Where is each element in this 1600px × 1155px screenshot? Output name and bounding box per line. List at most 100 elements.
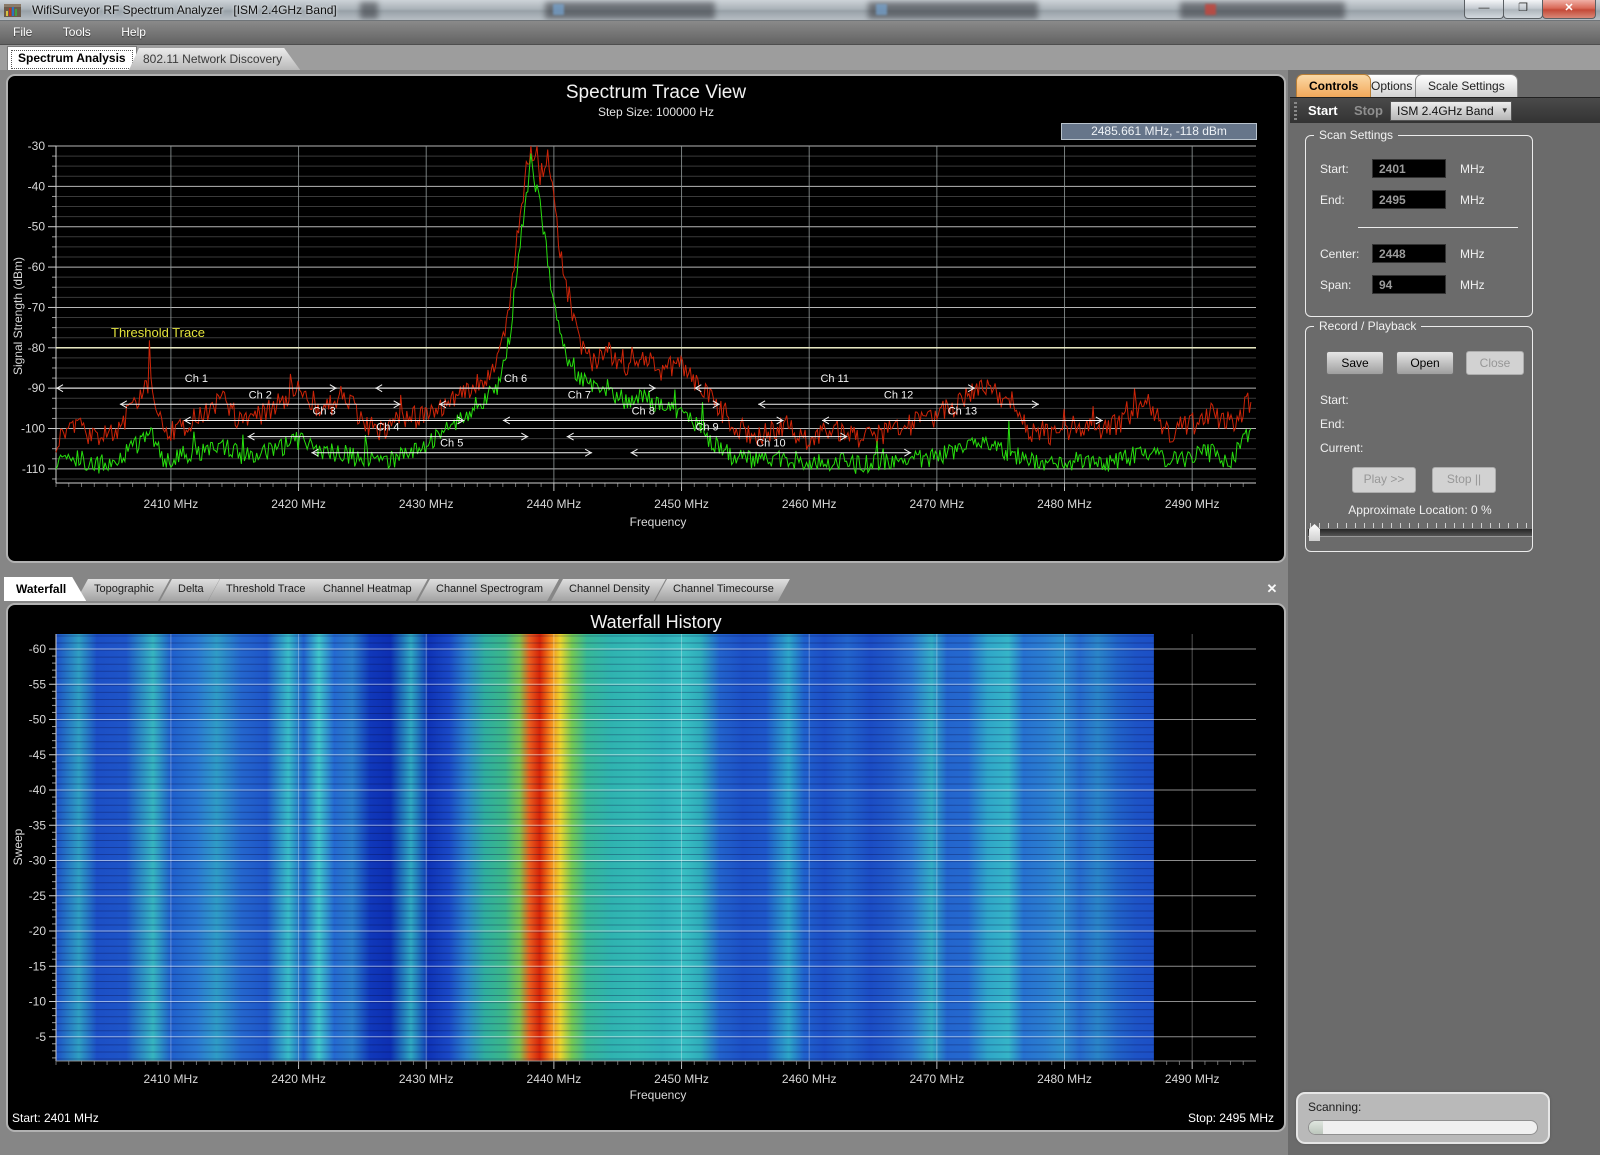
svg-text:-35: -35 [29, 818, 47, 832]
svg-text:2430 MHz: 2430 MHz [399, 497, 454, 511]
menu-tools[interactable]: Tools [50, 21, 104, 39]
tab-channel-timecourse[interactable]: Channel Timecourse [655, 579, 790, 601]
svg-text:-25: -25 [29, 889, 47, 903]
background-window-fragment [360, 2, 378, 19]
svg-text:2460 MHz: 2460 MHz [782, 497, 837, 511]
svg-text:-50: -50 [28, 220, 46, 234]
open-button[interactable]: Open [1396, 351, 1454, 375]
scan-center-input[interactable]: 2448 [1372, 244, 1446, 263]
scan-end-input[interactable]: 2495 [1372, 190, 1446, 209]
background-window-fragment [868, 2, 1038, 19]
restore-button[interactable]: ❐ [1503, 0, 1543, 19]
tab-controls[interactable]: Controls [1296, 74, 1371, 97]
svg-text:2440 MHz: 2440 MHz [527, 1072, 582, 1086]
svg-text:-55: -55 [29, 677, 47, 691]
svg-text:Ch 13: Ch 13 [948, 405, 977, 417]
scan-start-row: Start: 2401 MHz [1320, 162, 1366, 176]
close-button[interactable]: ✕ [1542, 0, 1596, 19]
tab-spectrum-analysis[interactable]: Spectrum Analysis [7, 46, 137, 70]
close-file-button[interactable]: Close [1466, 351, 1524, 375]
record-playback-title: Record / Playback [1314, 319, 1421, 333]
waterfall-plot[interactable]: -60-55-50-45-40-35-30-25-20-15-10-52410 … [8, 605, 1284, 1105]
band-select[interactable]: ISM 2.4GHz Band ▾ [1390, 101, 1512, 121]
svg-text:Ch 1: Ch 1 [185, 373, 208, 385]
svg-text:2490 MHz: 2490 MHz [1165, 497, 1220, 511]
background-window-fragment [545, 2, 715, 19]
menu-bar: File Tools Help [0, 21, 1600, 45]
svg-text:Ch 8: Ch 8 [632, 405, 655, 417]
svg-text:2490 MHz: 2490 MHz [1165, 1072, 1220, 1086]
tab-channel-spectrogram[interactable]: Channel Spectrogram [418, 579, 559, 601]
scan-toolbar: Start Stop ISM 2.4GHz Band ▾ [1290, 97, 1600, 123]
svg-text:2410 MHz: 2410 MHz [144, 497, 199, 511]
playback-slider-ticks [1310, 523, 1530, 528]
tab-network-discovery[interactable]: 802.11 Network Discovery [129, 48, 300, 70]
scan-settings-title: Scan Settings [1314, 128, 1398, 142]
tab-topographic[interactable]: Topographic [76, 579, 170, 601]
svg-text:-45: -45 [29, 748, 47, 762]
svg-text:2430 MHz: 2430 MHz [399, 1072, 454, 1086]
svg-text:2450 MHz: 2450 MHz [654, 497, 709, 511]
focus-outline [11, 50, 133, 69]
waterfall-panel: Waterfall History -60-55-50-45-40-35-30-… [6, 603, 1286, 1132]
playback-current-label: Current: [1320, 441, 1363, 455]
svg-text:Ch 10: Ch 10 [756, 438, 785, 450]
svg-text:-100: -100 [21, 422, 45, 436]
svg-text:-60: -60 [28, 260, 46, 274]
save-button[interactable]: Save [1326, 351, 1384, 375]
start-scan-button[interactable]: Start [1300, 101, 1346, 120]
svg-text:Ch 4: Ch 4 [376, 422, 399, 434]
main-tab-strip: Spectrum Analysis 802.11 Network Discove… [0, 45, 1600, 70]
svg-text:Frequency: Frequency [630, 515, 687, 529]
scan-settings-group: Scan Settings Start: 2401 MHz End: 2495 … [1305, 135, 1533, 317]
scan-span-input[interactable]: 94 [1372, 275, 1446, 294]
svg-text:-60: -60 [29, 642, 47, 656]
svg-text:-70: -70 [28, 300, 46, 314]
chevron-down-icon: ▾ [1502, 105, 1507, 116]
menu-help[interactable]: Help [108, 21, 159, 39]
spectrum-plot[interactable]: -30 -40 -50 -60 -70 -80 -90 -100 -110 2410 MHz 242… [8, 76, 1284, 561]
svg-text:Frequency: Frequency [630, 1088, 687, 1102]
svg-text:2440 MHz: 2440 MHz [527, 497, 582, 511]
tab-channel-heatmap[interactable]: Channel Heatmap [305, 579, 428, 601]
playback-slider[interactable] [1308, 529, 1532, 537]
svg-text:2450 MHz: 2450 MHz [654, 1072, 709, 1086]
menu-file[interactable]: File [0, 21, 45, 39]
svg-text:2420 MHz: 2420 MHz [271, 497, 326, 511]
svg-text:Ch 5: Ch 5 [440, 438, 463, 450]
svg-text:Ch 2: Ch 2 [249, 389, 272, 401]
scanning-box: Scanning: [1296, 1092, 1550, 1144]
minimize-button[interactable]: — [1464, 0, 1504, 19]
tab-scale-settings[interactable]: Scale Settings [1415, 74, 1518, 97]
svg-text:2470 MHz: 2470 MHz [910, 1072, 965, 1086]
close-view-icon[interactable]: ✕ [1263, 580, 1281, 598]
play-button[interactable]: Play >> [1352, 467, 1416, 493]
svg-text:2480 MHz: 2480 MHz [1037, 1072, 1092, 1086]
svg-text:-90: -90 [28, 381, 46, 395]
svg-text:Ch 9: Ch 9 [695, 422, 718, 434]
background-window-icon [876, 4, 887, 15]
svg-text:-30: -30 [28, 139, 46, 153]
svg-text:-5: -5 [35, 1030, 46, 1044]
svg-text:-40: -40 [28, 179, 46, 193]
status-start-freq: Start: 2401 MHz [12, 1111, 99, 1125]
window-title: WifiSurveyor RF Spectrum Analyzer [ISM 2… [32, 3, 337, 17]
background-window-icon [553, 4, 564, 15]
approximate-location: Approximate Location: 0 % [1306, 503, 1534, 517]
tab-waterfall[interactable]: Waterfall [4, 577, 86, 601]
scanning-progress [1308, 1120, 1538, 1135]
svg-text:-80: -80 [28, 341, 46, 355]
svg-text:-40: -40 [29, 783, 47, 797]
stop-playback-button[interactable]: Stop || [1432, 467, 1496, 493]
scan-start-input[interactable]: 2401 [1372, 159, 1446, 178]
tab-threshold-trace[interactable]: Threshold Trace [208, 579, 321, 601]
tab-channel-density[interactable]: Channel Density [551, 579, 666, 601]
record-playback-group: Record / Playback Save Open Close Start:… [1305, 326, 1533, 552]
svg-text:Ch 11: Ch 11 [820, 373, 849, 385]
stop-scan-button[interactable]: Stop [1346, 101, 1391, 120]
scanning-progress-fill [1309, 1121, 1323, 1134]
svg-text:-110: -110 [22, 462, 45, 476]
svg-text:Ch 12: Ch 12 [884, 389, 913, 401]
svg-text:2460 MHz: 2460 MHz [782, 1072, 837, 1086]
controls-panel: Controls Options Scale Settings Start St… [1288, 70, 1600, 1155]
